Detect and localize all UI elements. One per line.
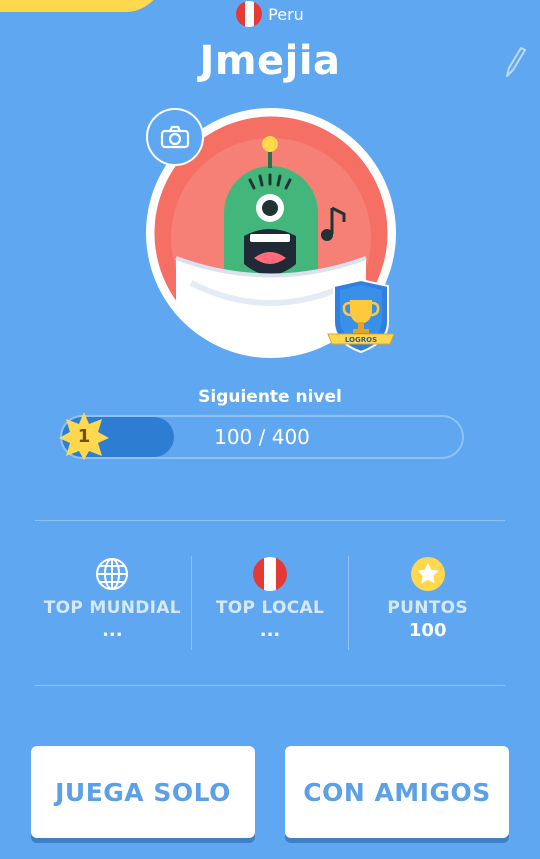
edit-pencil-icon[interactable] (502, 44, 526, 80)
play-solo-button[interactable]: JUEGA SOLO (31, 746, 255, 838)
stat-value: ... (102, 620, 123, 641)
country-indicator: Peru (0, 0, 540, 28)
badge-label: LOGROS (345, 336, 377, 344)
stat-puntos[interactable]: PUNTOS 100 (348, 556, 506, 650)
level-number: 1 (77, 425, 91, 447)
stat-label: TOP LOCAL (215, 598, 325, 618)
stat-top-mundial[interactable]: TOP MUNDIAL ... (34, 556, 191, 650)
globe-icon (96, 558, 129, 590)
achievements-badge[interactable]: LOGROS (326, 278, 396, 358)
play-with-friends-button[interactable]: CON AMIGOS (285, 746, 509, 838)
stat-value: 100 (408, 620, 447, 641)
stat-label: TOP MUNDIAL (43, 598, 181, 618)
divider-top (35, 520, 505, 521)
stat-top-local[interactable]: TOP LOCAL ... (190, 556, 349, 650)
divider-bottom (35, 685, 505, 686)
star-coin-icon (410, 557, 445, 591)
next-level-label: Siguiente nivel (198, 387, 342, 407)
peru-flag-icon (236, 1, 263, 27)
username: Jmejia (199, 38, 341, 84)
peru-flag-icon (253, 557, 287, 591)
stat-label: PUNTOS (387, 598, 468, 618)
country-name: Peru (268, 4, 304, 24)
stat-value: ... (259, 620, 281, 641)
level-star-icon: 1 (58, 410, 110, 462)
camera-icon (160, 125, 190, 149)
level-progress-text: 100 / 400 (214, 425, 310, 449)
level-progress-bar: 100 / 400 (60, 415, 464, 459)
stats-row: TOP MUNDIAL ... TOP LOCAL ... PUNTOS 100 (34, 556, 506, 650)
camera-button[interactable] (146, 108, 204, 166)
